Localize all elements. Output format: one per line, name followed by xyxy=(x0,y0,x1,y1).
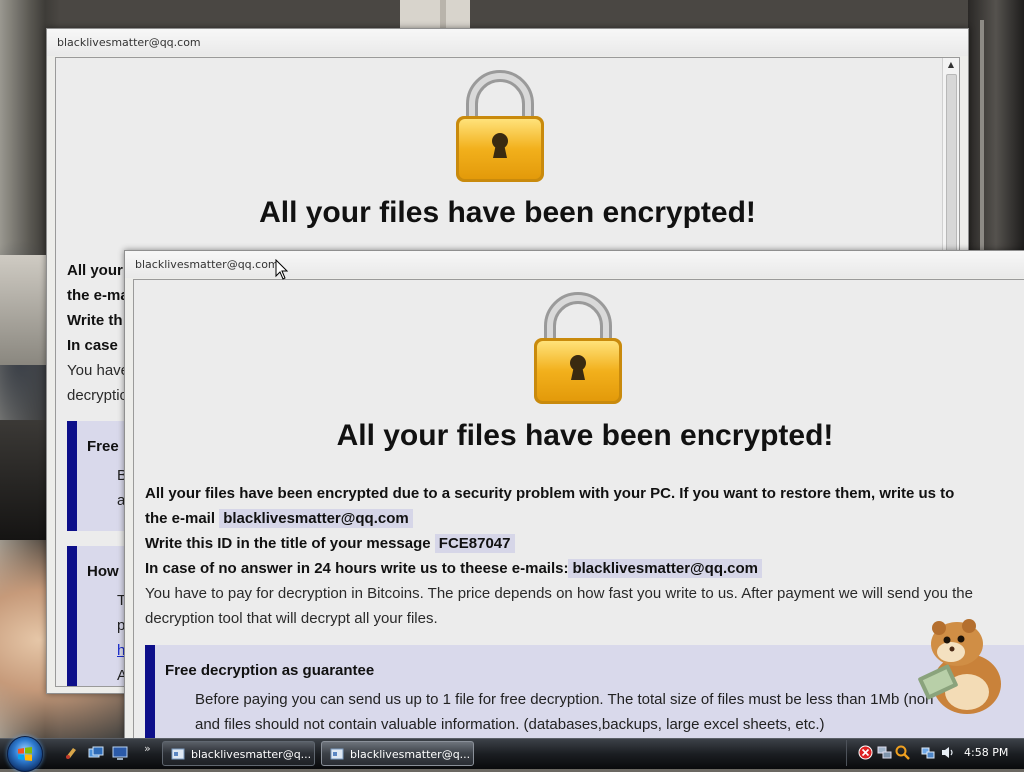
search-tray-icon[interactable] xyxy=(895,745,910,760)
scroll-up-arrow[interactable]: ▲ xyxy=(943,58,959,72)
body-line-4: In case of no answer in 24 hours write u… xyxy=(145,556,762,581)
network-connection-icon[interactable] xyxy=(921,745,936,760)
wallpaper-detail xyxy=(0,420,46,540)
lock-icon xyxy=(456,70,544,182)
window-title[interactable]: blacklivesmatter@qq.com xyxy=(47,29,968,56)
wallpaper-detail xyxy=(440,0,446,30)
body-line-1: All your files have been encrypted due t… xyxy=(145,485,955,502)
wallpaper-detail xyxy=(0,255,46,365)
tray-separator xyxy=(846,740,847,766)
security-alert-icon[interactable] xyxy=(858,745,873,760)
body-line-6: decryption tool that will decrypt all yo… xyxy=(145,610,438,627)
wallpaper-detail xyxy=(400,0,470,28)
body-line-3: Write this ID in the title of your messa… xyxy=(145,531,515,556)
body-text: You have xyxy=(67,362,130,379)
panel-title: Free xyxy=(87,438,119,455)
body-line-5: You have to pay for decryption in Bitcoi… xyxy=(145,585,973,602)
scroll-thumb[interactable] xyxy=(946,74,957,256)
body-line-2: the e-mail blacklivesmatter@qq.com xyxy=(145,506,413,531)
body-text: All your xyxy=(67,262,123,279)
show-desktop-icon[interactable] xyxy=(112,745,128,761)
body-text: Write th xyxy=(67,312,123,329)
body-text: In case xyxy=(67,337,118,354)
volume-icon[interactable] xyxy=(940,745,955,760)
app-window-icon xyxy=(171,748,185,760)
window-content: All your files have been encrypted! All … xyxy=(133,279,1024,751)
backup-email[interactable]: blacklivesmatter@qq.com xyxy=(568,559,762,578)
victim-id[interactable]: FCE87047 xyxy=(434,534,515,553)
app-window-icon xyxy=(330,748,344,760)
windows-start-icon xyxy=(18,747,32,761)
headline: All your files have been encrypted! xyxy=(336,419,834,452)
id-prefix: Write this ID in the title of your messa… xyxy=(145,535,431,552)
taskbar-window-label: blacklivesmatter@q... xyxy=(350,748,471,761)
wallpaper-detail xyxy=(980,20,984,250)
body-text: decryptio xyxy=(67,387,128,404)
panel-title: How xyxy=(87,563,119,580)
ransom-window-front[interactable]: blacklivesmatter@qq.com All your files h… xyxy=(124,250,1024,751)
guarantee-text-1: Before paying you can send us up to 1 fi… xyxy=(195,691,934,708)
email-prefix: the e-mail xyxy=(145,510,216,527)
backup-email-prefix: In case of no answer in 24 hours write u… xyxy=(145,560,569,577)
body-text: the e-ma xyxy=(67,287,129,304)
network-tray-icon[interactable] xyxy=(877,745,892,760)
window-title[interactable]: blacklivesmatter@qq.com xyxy=(125,251,1024,278)
switch-windows-icon[interactable] xyxy=(88,745,104,761)
lock-icon xyxy=(534,292,622,404)
taskbar-window-button-1[interactable]: blacklivesmatter@q... xyxy=(162,741,315,766)
paint-icon[interactable] xyxy=(64,745,80,761)
start-button[interactable] xyxy=(7,736,43,772)
guarantee-text-2: and files should not contain valuable in… xyxy=(195,716,825,733)
taskbar-window-button-2[interactable]: blacklivesmatter@q... xyxy=(321,741,474,766)
cursor-icon xyxy=(275,259,288,280)
wallpaper-detail xyxy=(968,0,1024,250)
guarantee-title: Free decryption as guarantee xyxy=(165,662,375,679)
quick-launch-expand-icon[interactable]: » xyxy=(144,742,151,755)
system-clock[interactable]: 4:58 PM xyxy=(964,738,1008,768)
headline: All your files have been encrypted! xyxy=(259,196,756,229)
contact-email[interactable]: blacklivesmatter@qq.com xyxy=(219,509,413,528)
taskbar-window-label: blacklivesmatter@q... xyxy=(191,748,312,761)
hamster-icon xyxy=(918,619,1001,714)
